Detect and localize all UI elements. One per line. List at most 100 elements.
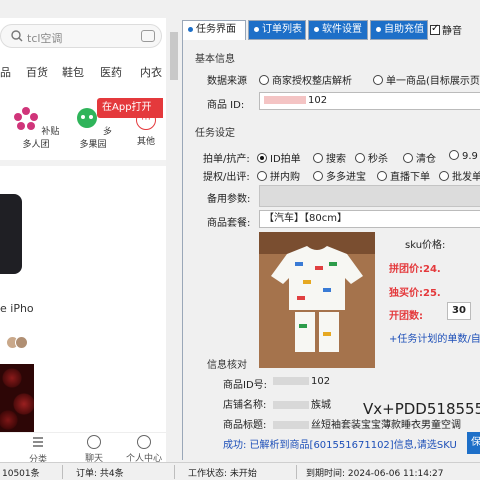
- single-price: 独买价:25.: [389, 284, 441, 299]
- method-option-flash[interactable]: 秒杀: [355, 150, 388, 165]
- package-label: 商品套餐:: [207, 218, 251, 229]
- phone-preview: tcl空调 品 百货 鞋包 医药 内衣 补贴多人团 多多果园 ⋯ 其他 在App…: [0, 18, 166, 462]
- tab-recharge[interactable]: 自助充值: [370, 20, 428, 40]
- radio-icon: [449, 150, 459, 160]
- success-message: 成功: 已解析到商品[601551671102]信息,请选SKU: [223, 440, 457, 451]
- method-option-99[interactable]: 9.9: [449, 150, 478, 162]
- method-option-clear[interactable]: 清仓: [403, 150, 436, 165]
- method-option-id[interactable]: ID拍单: [257, 150, 301, 165]
- watermark: Vx+PDD518555: [363, 400, 480, 418]
- scrollbar-thumb[interactable]: [170, 32, 178, 80]
- title-text: 丝短袖套装宝宝薄款睡衣男童空调: [311, 420, 461, 431]
- option-label: 单一商品(目标展示页: [386, 76, 480, 87]
- group-price-label: 拼团价:: [389, 264, 423, 275]
- section-task: 任务设定: [195, 128, 235, 139]
- phone-scrollbar[interactable]: [168, 18, 180, 462]
- task-plan-link[interactable]: +任务计划的单数/自: [389, 330, 480, 345]
- status-expire: 到期时间: 2024-06-06 11:14:27: [306, 469, 444, 479]
- coupon-option-jinbao[interactable]: 多多进宝: [313, 168, 366, 183]
- category-item[interactable]: 医药: [100, 64, 122, 80]
- open-in-app-button[interactable]: 在App打开 >: [97, 98, 163, 133]
- product-id-label: 商品 ID:: [207, 100, 245, 111]
- search-bar[interactable]: tcl空调: [0, 24, 162, 48]
- category-bar: 品 百货 鞋包 医药 内衣: [0, 62, 166, 80]
- single-price-value: 25.: [423, 288, 441, 299]
- category-item[interactable]: 百货: [26, 64, 48, 80]
- coupon-option-wholesale[interactable]: 批发单: [439, 168, 480, 183]
- option-label: ID拍单: [270, 154, 301, 165]
- avatar: [15, 336, 28, 349]
- nav-label: 分类: [28, 455, 47, 462]
- option-label: 9.9: [462, 151, 478, 162]
- mute-label: 静音: [442, 26, 462, 37]
- product-title[interactable]: e iPho: [0, 302, 34, 315]
- nav-chat[interactable]: 聊天: [74, 435, 114, 462]
- option-label: 清仓: [416, 154, 436, 165]
- source-option-single[interactable]: 单一商品(目标展示页: [373, 72, 480, 87]
- camera-icon[interactable]: [141, 30, 155, 42]
- status-divider: [62, 465, 63, 479]
- nav-category[interactable]: 分类: [18, 435, 58, 462]
- category-item[interactable]: 品: [0, 64, 11, 80]
- search-icon: [11, 30, 23, 42]
- sku-price-label: sku价格:: [405, 240, 446, 251]
- bottom-nav: 分类 聊天 个人中心: [0, 432, 166, 462]
- quick-item-label: 其他: [136, 137, 155, 147]
- radio-icon: [373, 75, 383, 85]
- backup-label: 备用参数:: [207, 194, 251, 205]
- category-icon: [33, 437, 43, 447]
- flower-icon: [13, 107, 38, 130]
- tab-settings[interactable]: 软件设置: [308, 20, 368, 40]
- radio-icon: [313, 171, 323, 181]
- coupon-option-inner[interactable]: 拼内购: [257, 168, 300, 183]
- radio-icon: [355, 153, 365, 163]
- tab-label: 任务界面: [196, 24, 236, 35]
- product-image-cherry[interactable]: [0, 364, 34, 432]
- nav-label: 个人中心: [125, 454, 162, 462]
- coupon-option-live[interactable]: 直播下单: [377, 168, 430, 183]
- option-label: 直播下单: [390, 172, 430, 183]
- option-label: 商家授权整店解析: [272, 76, 352, 87]
- status-orders: 订单: 共4条: [76, 469, 124, 479]
- status-divider: [174, 465, 175, 479]
- radio-icon: [439, 171, 449, 181]
- status-bar: 10501条 订单: 共4条 工作状态: 未开始 到期时间: 2024-06-0…: [0, 462, 480, 480]
- backup-input[interactable]: [259, 185, 480, 207]
- package-select[interactable]: 【汽车】【80cm】: [259, 210, 480, 228]
- coupon-label: 提权/出评:: [203, 172, 250, 183]
- title-label: 商品标题:: [223, 420, 267, 431]
- save-button[interactable]: 保: [467, 432, 480, 454]
- category-item[interactable]: 内衣: [140, 64, 162, 80]
- verify-id-text: 102: [311, 376, 331, 387]
- section-basic: 基本信息: [195, 54, 235, 65]
- buyer-avatars: [6, 336, 30, 350]
- section-verify: 信息核对: [207, 360, 247, 371]
- chat-icon: [87, 435, 101, 449]
- mute-checkbox[interactable]: 静音: [430, 22, 462, 37]
- redacted-mark: [273, 377, 309, 385]
- tab-dot-icon: [376, 26, 381, 32]
- status-divider: [296, 465, 297, 479]
- method-option-search[interactable]: 搜索: [313, 150, 346, 165]
- verify-id-value: 102: [273, 376, 330, 387]
- shop-label: 店铺名称:: [223, 400, 267, 411]
- source-option-shop[interactable]: 商家授权整店解析: [259, 72, 352, 87]
- radio-icon: [259, 75, 269, 85]
- nav-profile[interactable]: 个人中心: [124, 435, 164, 462]
- tab-label: 订单列表: [262, 24, 302, 35]
- product-image-phone[interactable]: [0, 194, 22, 274]
- verify-id-label: 商品ID号:: [223, 380, 268, 391]
- radio-icon: [403, 153, 413, 163]
- search-input[interactable]: tcl空调: [27, 30, 62, 46]
- category-item[interactable]: 鞋包: [62, 64, 84, 80]
- redacted-mark: [264, 96, 306, 104]
- group-price: 拼团价:24.: [389, 260, 441, 275]
- product-id-input[interactable]: 102: [259, 92, 480, 110]
- tab-task[interactable]: 任务界面: [182, 20, 246, 40]
- task-panel: 基本信息 数据来源 商家授权整店解析 单一商品(目标展示页 商品 ID: 102…: [182, 40, 480, 460]
- single-price-label: 独买价:: [389, 288, 423, 299]
- tab-orders[interactable]: 订单列表: [248, 20, 306, 40]
- open-count-input[interactable]: 30: [447, 302, 471, 320]
- product-image[interactable]: [259, 232, 375, 368]
- quick-item-group[interactable]: 补贴多人团: [10, 106, 62, 150]
